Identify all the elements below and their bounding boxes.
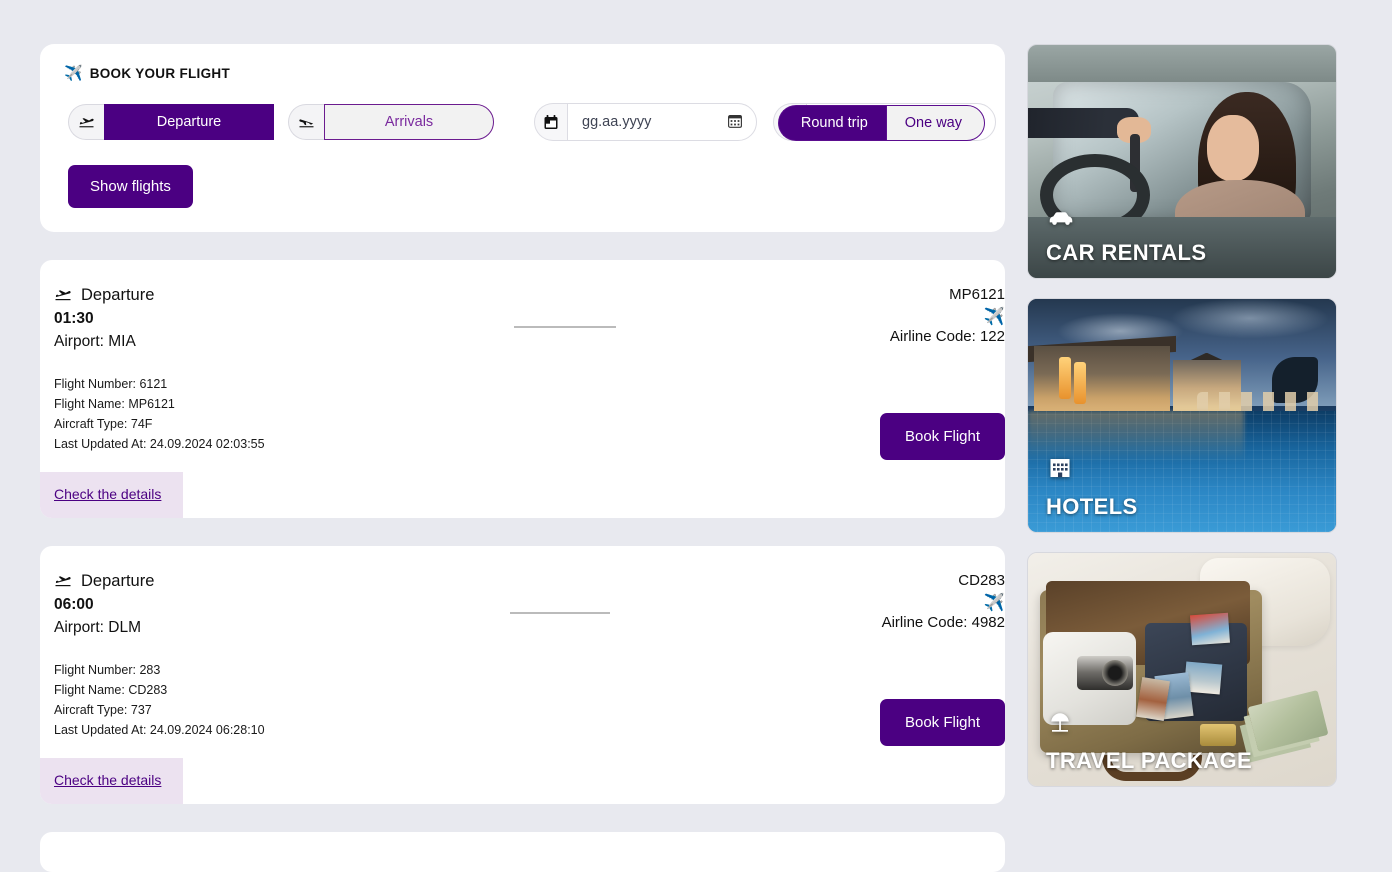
promo-label: HOTELS [1046, 494, 1138, 519]
check-details-bar: Check the details [40, 758, 183, 804]
check-details-link[interactable]: Check the details [54, 772, 161, 788]
round-trip-button[interactable]: Round trip [777, 105, 886, 141]
plane-departure-icon [54, 573, 72, 591]
flight-info-right: MP6121 ✈️ Airline Code: 122 Book Flight [735, 286, 1005, 460]
arrivals-tab-group: Arrivals [288, 104, 494, 140]
flight-name: Flight Name: CD283 [54, 683, 168, 697]
car-icon [1048, 207, 1074, 230]
plane-departure-icon [68, 104, 104, 140]
departure-date-group: gg.aa.yyyy [534, 103, 757, 141]
hotel-building-icon [1048, 456, 1072, 484]
trip-type-toggle: Round trip One way [777, 105, 985, 141]
promo-card-travel-package[interactable]: TRAVEL PACKAGE [1027, 552, 1337, 787]
show-flights-button[interactable]: Show flights [68, 165, 193, 208]
panel-header: ✈️ BOOK YOUR FLIGHT [54, 66, 985, 81]
flight-name: Flight Name: MP6121 [54, 397, 175, 411]
plane-arrival-icon [288, 104, 324, 140]
promo-card-car-rentals[interactable]: CAR RENTALS [1027, 44, 1337, 279]
book-flight-button[interactable]: Book Flight [880, 413, 1005, 460]
flight-info-left: Departure 06:00 Airport: DLM Flight Numb… [54, 572, 454, 740]
check-details-bar: Check the details [40, 472, 183, 518]
departure-date-input[interactable]: gg.aa.yyyy [567, 103, 757, 141]
airplane-icon: ✈️ [64, 65, 83, 82]
one-way-button[interactable]: One way [885, 105, 985, 141]
check-details-link[interactable]: Check the details [54, 486, 161, 502]
flight-number: Flight Number: 283 [54, 663, 161, 677]
departure-tab-group: Departure [68, 104, 274, 140]
aircraft-type: Aircraft Type: 74F [54, 417, 153, 431]
calendar-picker-icon[interactable] [728, 114, 742, 130]
flight-meta-block: Flight Number: 283 Flight Name: CD283 Ai… [54, 660, 454, 740]
flight-card-body: Departure 06:00 Airport: DLM Flight Numb… [40, 546, 1005, 758]
promo-label: TRAVEL PACKAGE [1046, 748, 1253, 773]
promo-label: CAR RENTALS [1046, 240, 1207, 265]
flight-search-panel: ✈️ BOOK YOUR FLIGHT Round trip One way D… [40, 44, 1005, 232]
tab-departure[interactable]: Departure [104, 104, 274, 140]
airline-code: Airline Code: 122 [889, 328, 1005, 345]
promo-card-hotels[interactable]: HOTELS [1027, 298, 1337, 533]
flight-airport: Airport: DLM [54, 619, 141, 636]
last-updated-at: Last Updated At: 24.09.2024 06:28:10 [54, 723, 265, 737]
flight-number: Flight Number: 6121 [54, 377, 168, 391]
airline-code: Airline Code: 4982 [881, 614, 1005, 631]
flight-route-divider-area [454, 286, 735, 454]
flight-info-left: Departure 01:30 Airport: MIA Flight Numb… [54, 286, 454, 454]
flight-code: MP6121 [949, 286, 1005, 303]
beach-umbrella-icon [1048, 710, 1072, 738]
flight-card: Departure 01:30 Airport: MIA Flight Numb… [40, 260, 1005, 518]
promo-sidebar: CAR RENTALS HOTELS TRAVEL PACKAGE [1027, 44, 1337, 872]
tab-arrivals[interactable]: Arrivals [324, 104, 494, 140]
airplane-icon: ✈️ [983, 307, 1005, 326]
flight-info-right: CD283 ✈️ Airline Code: 4982 Book Flight [730, 572, 1005, 746]
book-flight-button[interactable]: Book Flight [880, 699, 1005, 746]
flight-meta-block: Flight Number: 6121 Flight Name: MP6121 … [54, 374, 454, 454]
plane-departure-icon [54, 287, 72, 305]
airplane-icon: ✈️ [983, 593, 1005, 612]
flight-card-partial [40, 832, 1005, 872]
flight-airport: Airport: MIA [54, 333, 136, 350]
flight-time: 06:00 [54, 596, 94, 613]
flight-card: Departure 06:00 Airport: DLM Flight Numb… [40, 546, 1005, 804]
route-divider [514, 326, 616, 328]
departure-date-placeholder: gg.aa.yyyy [582, 114, 652, 130]
flight-route-divider-area [454, 572, 730, 740]
last-updated-at: Last Updated At: 24.09.2024 02:03:55 [54, 437, 265, 451]
flight-direction-row: Departure [54, 572, 454, 591]
flight-time: 01:30 [54, 310, 94, 327]
main-column: ✈️ BOOK YOUR FLIGHT Round trip One way D… [40, 44, 1005, 872]
aircraft-type: Aircraft Type: 737 [54, 703, 152, 717]
flight-direction-label: Departure [81, 286, 155, 304]
flight-direction-label: Departure [81, 572, 155, 590]
flight-card-body: Departure 01:30 Airport: MIA Flight Numb… [40, 260, 1005, 472]
calendar-icon [534, 103, 567, 141]
route-divider [510, 612, 610, 614]
flight-code: CD283 [958, 572, 1005, 589]
page-root: ✈️ BOOK YOUR FLIGHT Round trip One way D… [0, 0, 1392, 872]
flight-direction-row: Departure [54, 286, 454, 305]
page-title: BOOK YOUR FLIGHT [89, 66, 230, 81]
